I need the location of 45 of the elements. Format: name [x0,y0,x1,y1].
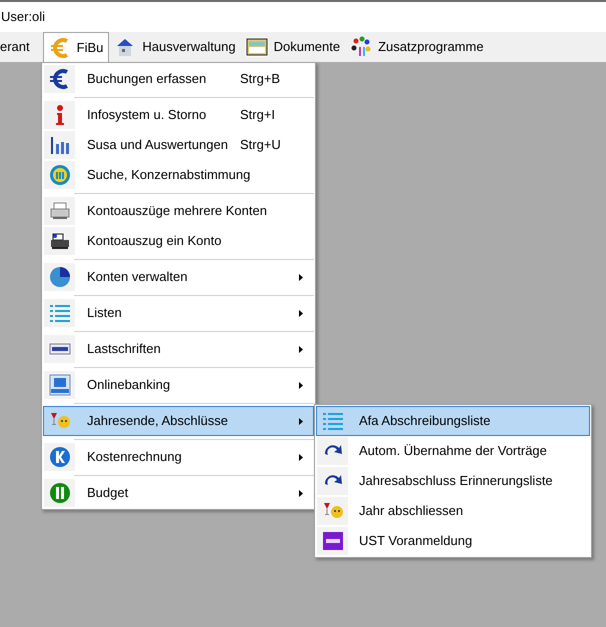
euro-icon [48,36,71,58]
menu-item[interactable]: Susa und Auswertungen Strg+U [43,130,314,160]
menu-bar-item[interactable]: Hausverwaltung [109,32,241,62]
bank-icon [48,374,70,396]
menu-item[interactable]: Jahresabschluss Erinnerungsliste [316,466,590,496]
menu-item[interactable]: Onlinebanking [43,370,314,400]
pie-chart-icon [48,266,70,288]
tile-icon [322,530,344,552]
list-icon [322,410,344,432]
submenu-arrow-icon [299,418,303,424]
menu-bar-item[interactable]: erant [0,32,35,62]
menu-item[interactable]: Jahresende, Abschlüsse [43,406,314,436]
menu-item[interactable]: Kontoauszug ein Konto [43,226,314,256]
menu-item[interactable]: Listen [43,298,314,328]
submenu-arrow-icon [299,310,303,316]
menu-item[interactable]: Jahr abschliessen [316,496,590,526]
menu-item[interactable]: Infosystem u. Storno Strg+I [43,100,314,130]
submenu-arrow-icon [299,346,303,352]
circle-k-icon [48,446,70,468]
list-icon [48,302,70,324]
submenu-arrow-icon [299,274,303,280]
menu-bar-item[interactable]: FiBu [42,32,110,62]
menu-item[interactable]: Buchungen erfassen Strg+B [43,64,314,94]
submenu-arrow-icon [299,490,303,496]
menu-item[interactable]: UST Voranmeldung [316,526,590,556]
submenu-arrow-icon [299,382,303,388]
menu-item[interactable]: Kontoauszüge mehrere Konten [43,196,314,226]
menu-item[interactable]: Afa Abschreibungsliste [316,406,590,436]
bar-chart-icon [48,134,70,156]
user-label: User:oli [1,8,46,26]
menu-item[interactable]: Suche, Konzernabstimmung [43,160,314,190]
coin-icon [48,164,70,186]
menu-item[interactable]: Kostenrechnung [43,442,314,472]
menu-item[interactable]: Lastschriften [43,334,314,364]
menu-bar-item[interactable]: Zusatzprogramme [345,32,489,62]
menu-bar-item[interactable]: Dokumente [240,32,346,62]
document-tray-icon [246,36,268,58]
circle-b-icon [48,482,70,504]
color-dots-icon [350,36,372,58]
submenu-arrow-icon [299,454,303,460]
euro-icon [48,68,70,90]
menu-item[interactable]: Budget [43,478,314,508]
menu-item[interactable]: Konten verwalten [43,262,314,292]
printer-icon [48,200,70,222]
menu-item[interactable]: Autom. Übernahme der Vorträge [316,436,590,466]
